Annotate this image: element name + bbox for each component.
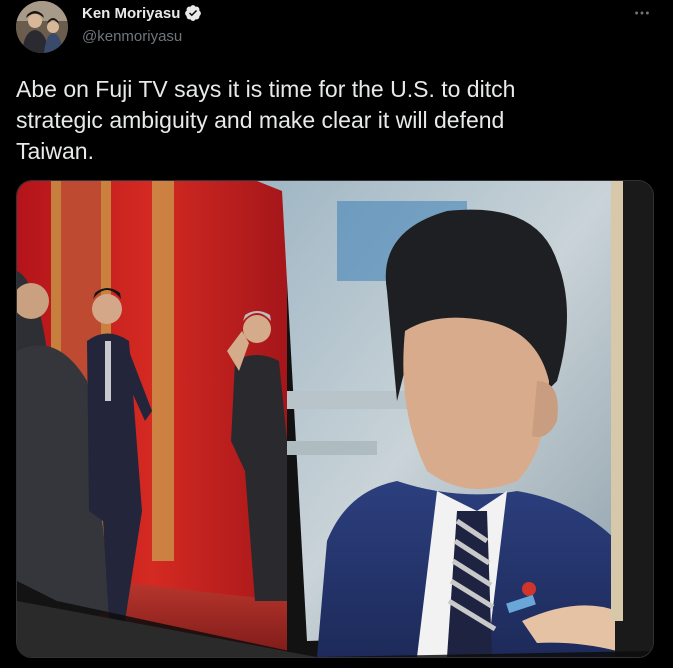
tweet-photo[interactable] — [16, 180, 654, 658]
author-name-row[interactable]: Ken Moriyasu — [82, 4, 202, 22]
author-handle[interactable]: @kenmoriyasu — [82, 28, 182, 45]
more-options-button[interactable] — [632, 3, 652, 23]
avatar-photo-icon — [16, 1, 68, 53]
more-horizontal-icon — [635, 11, 649, 15]
tweet[interactable]: Ken Moriyasu @kenmoriyasu Abe on Fuji TV… — [0, 0, 673, 668]
verified-badge-icon — [184, 4, 202, 22]
avatar[interactable] — [16, 1, 68, 53]
tweet-text: Abe on Fuji TV says it is time for the U… — [16, 76, 516, 164]
author-display-name[interactable]: Ken Moriyasu — [82, 5, 180, 22]
photo-of-tv-screen — [17, 181, 653, 657]
